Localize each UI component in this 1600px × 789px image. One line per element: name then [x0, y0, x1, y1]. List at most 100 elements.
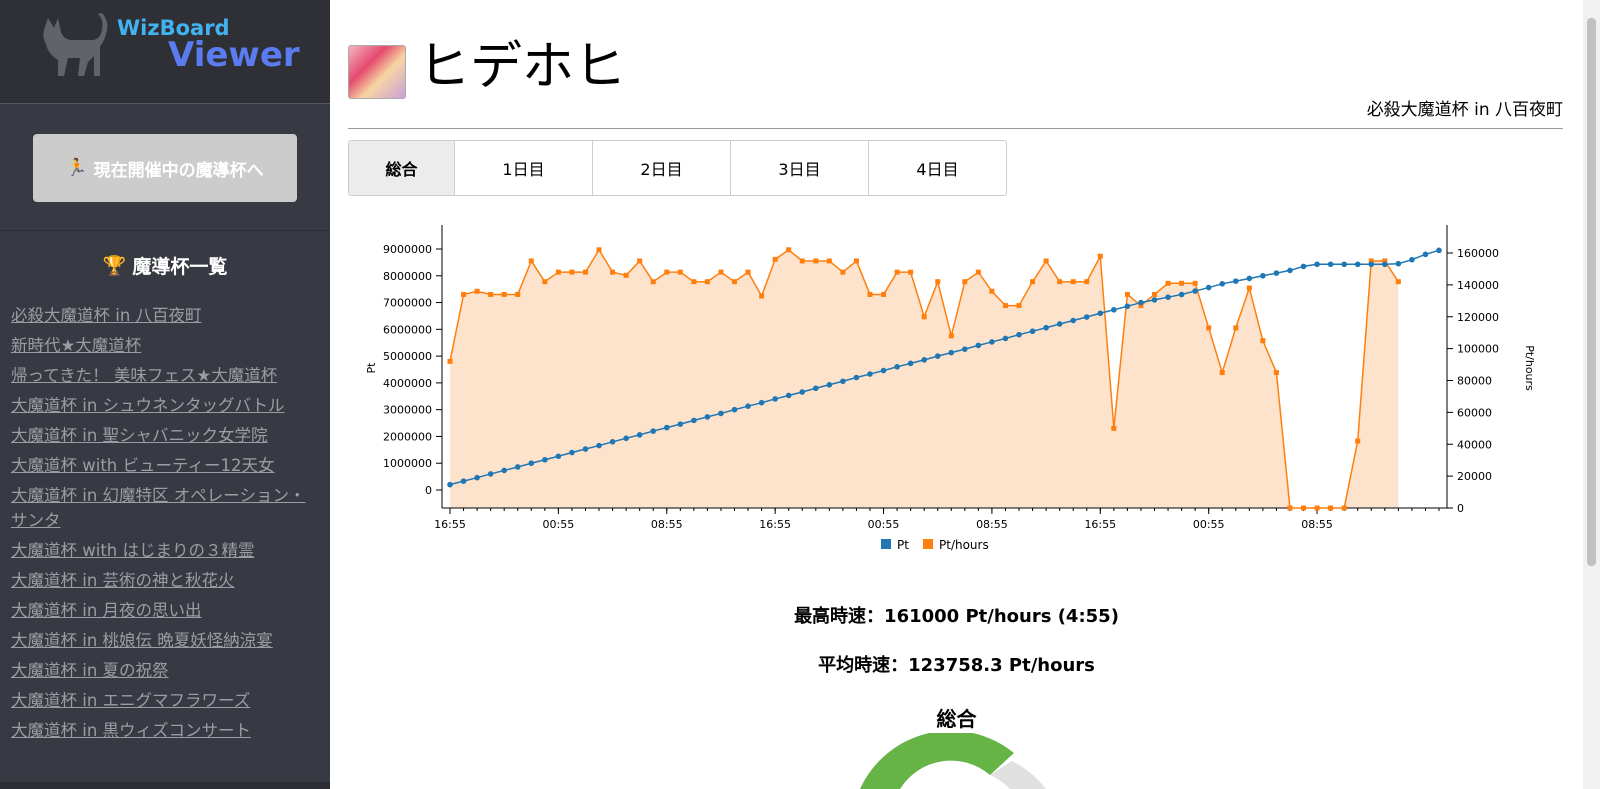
pt-point: [1382, 261, 1388, 268]
pt-point: [948, 349, 955, 356]
current-event-button[interactable]: 🏃 現在開催中の魔導杯へ: [33, 134, 297, 202]
pt-hours-point: [840, 269, 846, 275]
cup-list-item[interactable]: 必殺大魔道杯 in 八百夜町: [11, 303, 311, 328]
y-tick-label: 0: [425, 484, 432, 497]
pt-point: [704, 414, 711, 420]
pt-point: [1287, 267, 1293, 274]
pt-point: [1056, 321, 1063, 327]
pt-hours-point: [962, 279, 968, 285]
legend-pth-label: Pt/hours: [939, 538, 989, 552]
cup-list-item[interactable]: 大魔道杯 in シュウネンタッグバトル: [11, 393, 311, 418]
pt-point: [880, 367, 887, 374]
legend-pt-swatch: [881, 539, 891, 549]
page-scrollbar[interactable]: [1583, 0, 1600, 789]
pt-point: [447, 481, 453, 488]
x-tick-label: 16:55: [434, 518, 466, 531]
pt-point: [1260, 272, 1266, 279]
cup-list-item[interactable]: 大魔道杯 in 芸術の神と秋花火: [11, 568, 311, 593]
pt-point: [542, 456, 548, 463]
pt-hours-point: [515, 291, 521, 297]
pt-point: [1165, 294, 1171, 300]
donut-chart: [860, 733, 1046, 789]
x-tick-label: 16:55: [759, 518, 791, 531]
cup-list-item[interactable]: 大魔道杯 in 桃娘伝 晩夏妖怪納涼宴: [11, 628, 311, 653]
pt-hours-point: [935, 279, 941, 285]
pt-point: [1138, 299, 1144, 306]
pt-point: [460, 478, 467, 484]
y2-tick-label: 60000: [1457, 406, 1492, 419]
pt-point: [934, 353, 941, 359]
donut-green-segment: [860, 733, 1014, 789]
pt-point: [623, 435, 629, 442]
y2-tick-label: 100000: [1457, 343, 1499, 356]
pt-point: [487, 471, 494, 477]
cup-list-item[interactable]: 大魔道杯 in 幻魔特区 オペレーション・サンタ: [11, 483, 311, 533]
pt-point: [758, 399, 765, 406]
pt-hours-point: [1070, 279, 1076, 285]
pt-point: [1097, 310, 1104, 317]
x-tick-label: 00:55: [868, 518, 900, 531]
pt-point: [853, 374, 860, 381]
x-tick-label: 08:55: [976, 518, 1008, 531]
cup-list-item[interactable]: 帰ってきた！ 美味フェス★大魔道杯: [11, 363, 311, 388]
x-tick-label: 08:55: [1301, 518, 1333, 531]
pt-point: [826, 381, 833, 388]
pt-hours-point: [1328, 505, 1334, 511]
y2-tick-label: 80000: [1457, 375, 1492, 388]
y2-tick-label: 120000: [1457, 311, 1499, 324]
avg-speed-text: 平均時速：123758.3 Pt/hours: [818, 655, 1095, 676]
pt-hours-point: [1016, 303, 1022, 309]
pt-hours-point: [488, 291, 494, 297]
cup-list-item[interactable]: 大魔道杯 in 黒ウィズコンサート: [11, 718, 311, 743]
tab-day2[interactable]: 2日目: [593, 141, 731, 195]
y-tick-label: 6000000: [383, 323, 432, 336]
pt-point: [636, 432, 643, 438]
pt-hours-point: [1219, 370, 1225, 376]
cup-list-item[interactable]: 大魔道杯 in 夏の祝祭: [11, 658, 311, 683]
character-thumbnail: [348, 45, 406, 99]
pt-point: [1395, 260, 1402, 267]
pt-hours-point: [772, 256, 778, 262]
cup-list-item[interactable]: 大魔道杯 in 月夜の思い出: [11, 598, 311, 623]
pt-point: [1354, 261, 1361, 268]
pt-hours-point: [1273, 370, 1279, 376]
pt-point: [596, 442, 602, 449]
tab-day1[interactable]: 1日目: [455, 141, 593, 195]
pt-point: [1327, 261, 1334, 268]
pt-point: [1341, 261, 1347, 268]
pt-hours-point: [1097, 253, 1103, 259]
pt-point: [907, 360, 914, 367]
pt-point: [555, 453, 562, 460]
cup-list-item[interactable]: 新時代★大魔道杯: [11, 333, 311, 358]
pt-hours-point: [1111, 425, 1117, 431]
pt-point: [867, 371, 873, 377]
points-chart: 0100000020000003000000400000050000006000…: [365, 225, 1536, 552]
cup-list-item[interactable]: 大魔道杯 in エニグマフラワーズ: [11, 688, 311, 713]
tab-day3[interactable]: 3日目: [731, 141, 869, 195]
pt-hours-point: [447, 358, 453, 364]
pt-hours-point: [461, 291, 467, 297]
cup-list-item[interactable]: 大魔道杯 with ビューティー12天女: [11, 453, 311, 478]
logo[interactable]: WizBoard Viewer: [0, 0, 330, 104]
event-name: 必殺大魔道杯 in 八百夜町: [1366, 100, 1563, 120]
pt-hours-point: [677, 269, 683, 275]
pt-hours-point: [975, 269, 981, 275]
cup-list-item[interactable]: 大魔道杯 in 聖シャバニック女学院: [11, 423, 311, 448]
y-axis-label: Pt: [365, 362, 378, 374]
pt-point: [528, 460, 535, 467]
pt-point: [731, 406, 738, 413]
pt-point: [894, 364, 900, 370]
pt-hours-point: [1151, 291, 1157, 297]
pt-hours-point: [664, 269, 670, 275]
tab-total[interactable]: 総合: [349, 141, 455, 195]
pt-point: [921, 357, 927, 363]
scrollbar-thumb[interactable]: [1587, 18, 1596, 566]
cup-list-item[interactable]: 大魔道杯 with はじまりの３精霊: [11, 538, 311, 563]
tab-day4[interactable]: 4日目: [869, 141, 1006, 195]
pt-hours-point: [1206, 325, 1212, 331]
pt-hours-point: [704, 279, 710, 285]
pt-point: [745, 403, 751, 409]
pt-point: [812, 385, 819, 392]
pt-hours-point: [1124, 291, 1130, 297]
pt-hours-point: [1179, 280, 1185, 286]
